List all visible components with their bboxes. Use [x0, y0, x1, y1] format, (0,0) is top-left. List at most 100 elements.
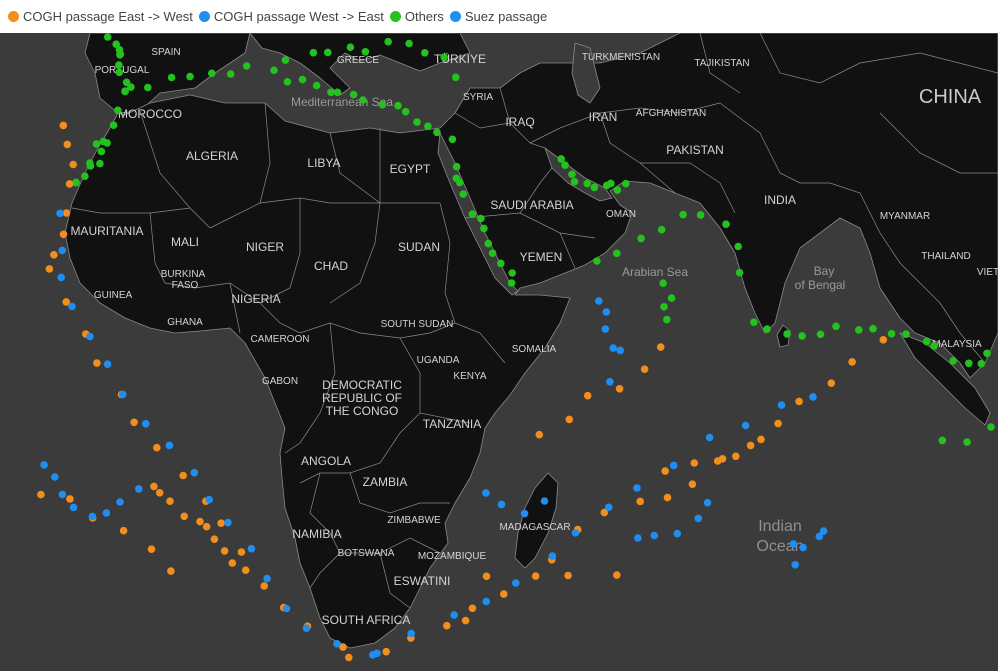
vessel-marker-green[interactable]	[116, 51, 124, 59]
vessel-marker-blue[interactable]	[102, 509, 111, 517]
vessel-marker-green[interactable]	[96, 159, 104, 168]
vessel-marker-orange[interactable]	[50, 251, 58, 259]
vessel-marker-blue[interactable]	[512, 579, 520, 587]
vessel-marker-green[interactable]	[667, 294, 676, 302]
vessel-marker-green[interactable]	[679, 210, 687, 219]
vessel-marker-green[interactable]	[488, 249, 497, 257]
vessel-marker-green[interactable]	[557, 155, 565, 163]
vessel-marker-green[interactable]	[735, 268, 744, 277]
vessel-marker-green[interactable]	[349, 90, 358, 99]
legend-item-suez[interactable]: Suez passage	[449, 9, 547, 24]
vessel-marker-green[interactable]	[401, 107, 410, 116]
vessel-marker-blue[interactable]	[669, 461, 678, 470]
vessel-marker-blue[interactable]	[247, 544, 256, 553]
vessel-marker-green[interactable]	[424, 122, 432, 130]
vessel-marker-blue[interactable]	[595, 297, 603, 305]
vessel-marker-green[interactable]	[226, 70, 235, 78]
vessel-marker-green[interactable]	[660, 303, 668, 311]
vessel-marker-orange[interactable]	[795, 397, 803, 406]
vessel-marker-blue[interactable]	[609, 344, 617, 352]
vessel-marker-green[interactable]	[421, 49, 429, 57]
vessel-marker-orange[interactable]	[879, 336, 888, 344]
vessel-marker-green[interactable]	[281, 56, 290, 64]
vessel-marker-orange[interactable]	[59, 230, 68, 239]
vessel-marker-green[interactable]	[696, 211, 705, 219]
vessel-marker-green[interactable]	[103, 33, 112, 41]
vessel-marker-green[interactable]	[902, 330, 910, 339]
vessel-marker-green[interactable]	[312, 81, 321, 90]
vessel-marker-green[interactable]	[324, 48, 332, 57]
vessel-marker-blue[interactable]	[40, 461, 48, 469]
vessel-marker-orange[interactable]	[663, 493, 672, 502]
vessel-marker-blue[interactable]	[333, 640, 341, 648]
vessel-marker-green[interactable]	[590, 183, 599, 192]
vessel-marker-green[interactable]	[507, 279, 516, 287]
vessel-marker-green[interactable]	[783, 330, 791, 338]
vessel-marker-blue[interactable]	[263, 574, 271, 583]
vessel-marker-green[interactable]	[593, 257, 601, 265]
vessel-marker-blue[interactable]	[165, 441, 174, 450]
legend-item-cogh-east-west[interactable]: COGH passage East -> West	[8, 9, 193, 24]
vessel-marker-green[interactable]	[440, 53, 449, 61]
vessel-marker-blue[interactable]	[815, 532, 824, 541]
vessel-marker-blue[interactable]	[68, 302, 76, 311]
vessel-marker-orange[interactable]	[565, 415, 574, 424]
vessel-marker-orange[interactable]	[69, 160, 77, 169]
vessel-marker-green[interactable]	[346, 43, 355, 51]
vessel-marker-orange[interactable]	[166, 497, 174, 506]
vessel-marker-green[interactable]	[283, 78, 292, 86]
vessel-marker-orange[interactable]	[241, 566, 250, 574]
vessel-marker-orange[interactable]	[217, 519, 225, 527]
vessel-marker-green[interactable]	[561, 161, 569, 169]
vessel-marker-orange[interactable]	[153, 443, 161, 452]
vessel-marker-blue[interactable]	[118, 390, 127, 399]
vessel-marker-green[interactable]	[613, 249, 621, 258]
vessel-marker-blue[interactable]	[777, 401, 786, 409]
vessel-marker-blue[interactable]	[789, 540, 798, 548]
vessel-marker-green[interactable]	[963, 438, 971, 446]
vessel-marker-green[interactable]	[167, 73, 176, 82]
vessel-marker-orange[interactable]	[713, 457, 722, 465]
vessel-marker-green[interactable]	[855, 326, 863, 334]
vessel-marker-blue[interactable]	[450, 611, 458, 619]
vessel-marker-blue[interactable]	[224, 518, 232, 527]
vessel-marker-green[interactable]	[208, 69, 216, 78]
vessel-marker-green[interactable]	[333, 88, 342, 97]
vessel-marker-orange[interactable]	[150, 482, 158, 491]
vessel-marker-green[interactable]	[92, 140, 101, 148]
vessel-marker-green[interactable]	[115, 68, 124, 77]
vessel-marker-green[interactable]	[298, 75, 307, 84]
vessel-marker-blue[interactable]	[407, 629, 416, 638]
vessel-marker-orange[interactable]	[656, 343, 665, 351]
vessel-marker-orange[interactable]	[535, 430, 544, 439]
vessel-marker-blue[interactable]	[791, 561, 799, 569]
vessel-marker-orange[interactable]	[382, 647, 391, 656]
vessel-marker-green[interactable]	[965, 359, 973, 368]
vessel-marker-green[interactable]	[938, 436, 947, 445]
vessel-marker-blue[interactable]	[694, 514, 703, 523]
vessel-marker-blue[interactable]	[116, 498, 124, 506]
vessel-marker-blue[interactable]	[601, 325, 610, 333]
vessel-marker-green[interactable]	[359, 96, 367, 104]
vessel-marker-green[interactable]	[568, 170, 576, 179]
vessel-marker-blue[interactable]	[282, 604, 291, 613]
vessel-marker-blue[interactable]	[705, 433, 714, 442]
vessel-marker-blue[interactable]	[548, 552, 557, 560]
vessel-marker-blue[interactable]	[606, 378, 614, 386]
vessel-marker-green[interactable]	[361, 48, 370, 56]
vessel-marker-orange[interactable]	[237, 548, 246, 556]
vessel-marker-blue[interactable]	[616, 346, 624, 355]
vessel-marker-orange[interactable]	[63, 140, 72, 149]
vessel-marker-green[interactable]	[413, 118, 421, 126]
vessel-marker-blue[interactable]	[88, 512, 97, 521]
vessel-marker-orange[interactable]	[757, 435, 765, 444]
vessel-marker-orange[interactable]	[202, 522, 211, 531]
vessel-marker-orange[interactable]	[848, 358, 856, 366]
vessel-marker-blue[interactable]	[703, 498, 712, 507]
vessel-marker-green[interactable]	[930, 342, 938, 350]
vessel-marker-green[interactable]	[448, 135, 457, 144]
vessel-marker-blue[interactable]	[190, 468, 199, 477]
vessel-marker-blue[interactable]	[103, 360, 112, 369]
vessel-marker-orange[interactable]	[500, 590, 508, 598]
vessel-marker-green[interactable]	[378, 100, 387, 109]
